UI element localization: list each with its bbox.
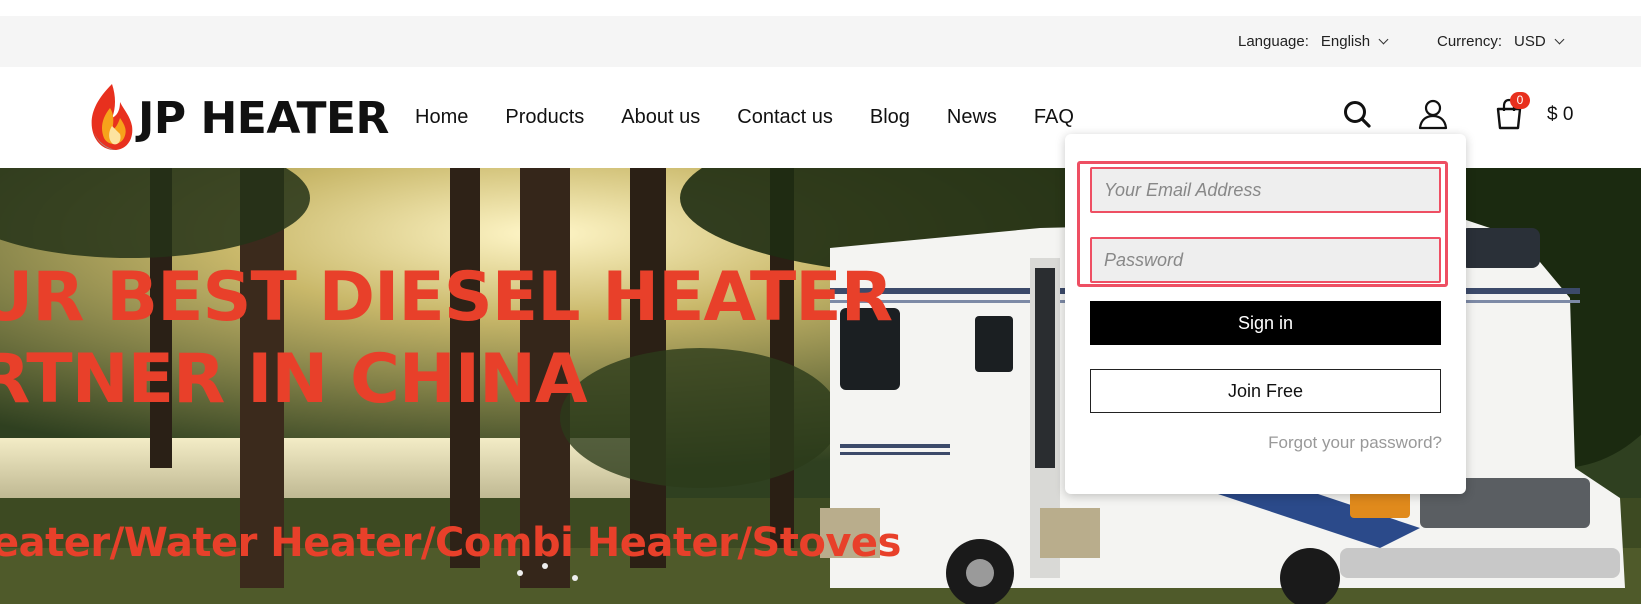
currency-selector[interactable]: Currency: USD [1437, 16, 1565, 67]
search-icon [1344, 101, 1371, 128]
hero-subline: eater/Water Heater/Combi Heater/Stoves [0, 520, 901, 566]
nav-news[interactable]: News [947, 106, 997, 129]
currency-value[interactable]: USD [1514, 33, 1565, 50]
password-input[interactable] [1090, 237, 1441, 283]
nav-about-us[interactable]: About us [621, 106, 700, 129]
join-free-button[interactable]: Join Free [1090, 369, 1441, 413]
primary-nav: Home Products About us Contact us Blog N… [415, 67, 1111, 168]
logo-wordmark: JP HEATER [138, 92, 389, 144]
flame-logo-icon [91, 84, 133, 150]
language-label: Language: [1238, 33, 1309, 50]
nav-home[interactable]: Home [415, 106, 468, 129]
hero-headline-line1: UR BEST DIESEL HEATER [0, 258, 893, 337]
account-button[interactable] [1416, 97, 1450, 131]
hero-headline-line2: RTNER IN CHINA [0, 340, 588, 419]
email-input[interactable] [1090, 167, 1441, 213]
cart-count-badge: 0 [1510, 92, 1530, 109]
chevron-down-icon [1554, 34, 1565, 45]
currency-value-text: USD [1514, 33, 1546, 50]
cart-total[interactable]: $ 0 [1547, 104, 1573, 126]
sign-in-button[interactable]: Sign in [1090, 301, 1441, 345]
nav-faq[interactable]: FAQ [1034, 106, 1074, 129]
site-logo[interactable]: JP HEATER [86, 81, 389, 153]
credentials-group [1077, 161, 1448, 287]
language-selector[interactable]: Language: English [1238, 16, 1389, 67]
user-icon [1418, 99, 1448, 130]
chevron-down-icon [1378, 34, 1389, 45]
nav-blog[interactable]: Blog [870, 106, 910, 129]
language-value-text: English [1320, 33, 1371, 50]
top-utility-bar: Language: English Currency: USD [0, 16, 1641, 67]
nav-contact-us[interactable]: Contact us [737, 106, 833, 129]
nav-products[interactable]: Products [505, 106, 584, 129]
language-value[interactable]: English [1320, 33, 1389, 50]
currency-label: Currency: [1437, 33, 1503, 50]
cart-button[interactable]: 0 [1492, 92, 1530, 131]
search-button[interactable] [1340, 97, 1374, 131]
top-strip [0, 0, 1641, 16]
login-dropdown: Sign in Join Free Forgot your password? [1065, 134, 1466, 494]
forgot-password-link[interactable]: Forgot your password? [1268, 433, 1442, 453]
